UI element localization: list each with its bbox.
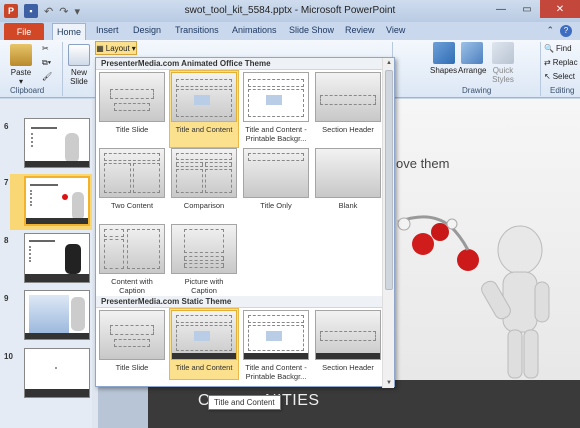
layout-title-only[interactable]: Title Only (243, 148, 309, 210)
new-slide-icon (68, 44, 90, 66)
layout-dropdown-button[interactable]: ▦ Layout ▾ (95, 41, 137, 55)
gallery-section-header-animated: PresenterMedia.com Animated Office Theme (96, 58, 382, 70)
find-icon: 🔍 (544, 44, 554, 53)
slide-thumbnail-10[interactable] (24, 348, 90, 398)
quick-styles-button[interactable]: Quick Styles (488, 42, 518, 84)
thumbnail-number: 10 (4, 352, 13, 361)
paste-icon (10, 44, 32, 66)
clipboard-group-label: Clipboard (10, 86, 45, 95)
layout-title-and-content[interactable]: Title and Content (171, 72, 237, 134)
group-divider (540, 42, 541, 96)
tab-animations[interactable]: Animations (232, 25, 277, 35)
group-divider (62, 42, 63, 96)
layout-title-slide[interactable]: Title Slide (99, 72, 165, 134)
shapes-button[interactable]: Shapes (430, 42, 457, 75)
layout-static-title-and-content[interactable]: Title and Content (171, 310, 237, 372)
tab-insert[interactable]: Insert (96, 25, 119, 35)
tab-slide-show[interactable]: Slide Show (289, 25, 334, 35)
minimize-button[interactable]: — (488, 0, 514, 18)
slide-body-text[interactable]: ove them (396, 156, 449, 171)
gallery-section-header-static: PresenterMedia.com Static Theme (96, 296, 382, 308)
layout-section-header[interactable]: Section Header (315, 72, 381, 134)
editing-group-label: Editing (550, 86, 575, 95)
title-bar: P ▪ ↶ ↷ ▾ swot_tool_kit_5584.pptx - Micr… (0, 0, 580, 22)
gallery-scrollbar[interactable]: ▲ ▼ (382, 58, 394, 388)
ribbon-tabs: File Home Insert Design Transitions Anim… (0, 22, 580, 40)
select-icon: ↖ (544, 72, 551, 81)
slide-thumbnail-8[interactable] (24, 233, 90, 283)
tab-review[interactable]: Review (345, 25, 375, 35)
thumbnail-number: 6 (4, 122, 9, 131)
thumbnail-number: 8 (4, 236, 9, 245)
paste-button[interactable]: Paste ▾ (10, 44, 32, 86)
window-controls: — ▭ ✕ (488, 0, 580, 18)
layout-static-title-slide[interactable]: Title Slide (99, 310, 165, 372)
arrange-icon (461, 42, 484, 64)
slide-thumbnail-7[interactable] (24, 176, 90, 226)
new-slide-button[interactable]: New Slide (66, 44, 92, 86)
cut-icon[interactable]: ✂ (42, 44, 49, 53)
thumbnail-number: 7 (4, 178, 9, 187)
tab-transitions[interactable]: Transitions (175, 25, 219, 35)
tooltip: Title and Content (208, 395, 281, 410)
quick-styles-icon (492, 42, 514, 64)
minimize-ribbon-icon[interactable]: ⌃ (546, 25, 554, 36)
slide-thumbnail-9[interactable] (24, 290, 90, 340)
stick-figure-illustration (397, 215, 550, 379)
thumbnail-number: 9 (4, 294, 9, 303)
gallery-scroll-thumb[interactable] (385, 70, 393, 290)
select-button[interactable]: ↖ Select (544, 72, 575, 81)
layout-picture-with-caption[interactable]: Picture with Caption (171, 224, 237, 295)
find-button[interactable]: 🔍 Find (544, 44, 572, 53)
arrange-button[interactable]: Arrange (458, 42, 486, 75)
layout-static-title-and-content-printable[interactable]: Title and Content - Printable Backgr... (243, 310, 309, 381)
chevron-down-icon: ▾ (131, 43, 136, 53)
close-button[interactable]: ✕ (540, 0, 580, 18)
maximize-button[interactable]: ▭ (514, 0, 540, 18)
scroll-up-icon[interactable]: ▲ (383, 58, 395, 68)
shapes-icon (432, 42, 455, 64)
tab-view[interactable]: View (386, 25, 405, 35)
scroll-down-icon[interactable]: ▼ (383, 378, 395, 388)
replace-button[interactable]: ⇄ Replac (544, 58, 578, 67)
format-painter-icon[interactable]: 🖌 (42, 72, 52, 81)
help-icon[interactable]: ? (560, 25, 572, 37)
layout-blank[interactable]: Blank (315, 148, 381, 210)
tab-home[interactable]: Home (52, 23, 86, 40)
layout-two-content[interactable]: Two Content (99, 148, 165, 210)
drawing-group-label: Drawing (462, 86, 492, 95)
layout-static-section-header[interactable]: Section Header (315, 310, 381, 372)
replace-icon: ⇄ (544, 58, 551, 67)
layout-comparison[interactable]: Comparison (171, 148, 237, 210)
layout-icon: ▦ (96, 43, 104, 53)
tab-file[interactable]: File (4, 23, 44, 40)
layout-title-and-content-printable[interactable]: Title and Content - Printable Backgr... (243, 72, 309, 143)
copy-icon[interactable]: ⧉▾ (42, 58, 51, 68)
tab-design[interactable]: Design (133, 25, 161, 35)
layout-content-with-caption[interactable]: Content with Caption (99, 224, 165, 295)
layout-gallery: PresenterMedia.com Animated Office Theme… (95, 57, 395, 388)
slide-thumbnail-6[interactable] (24, 118, 90, 168)
